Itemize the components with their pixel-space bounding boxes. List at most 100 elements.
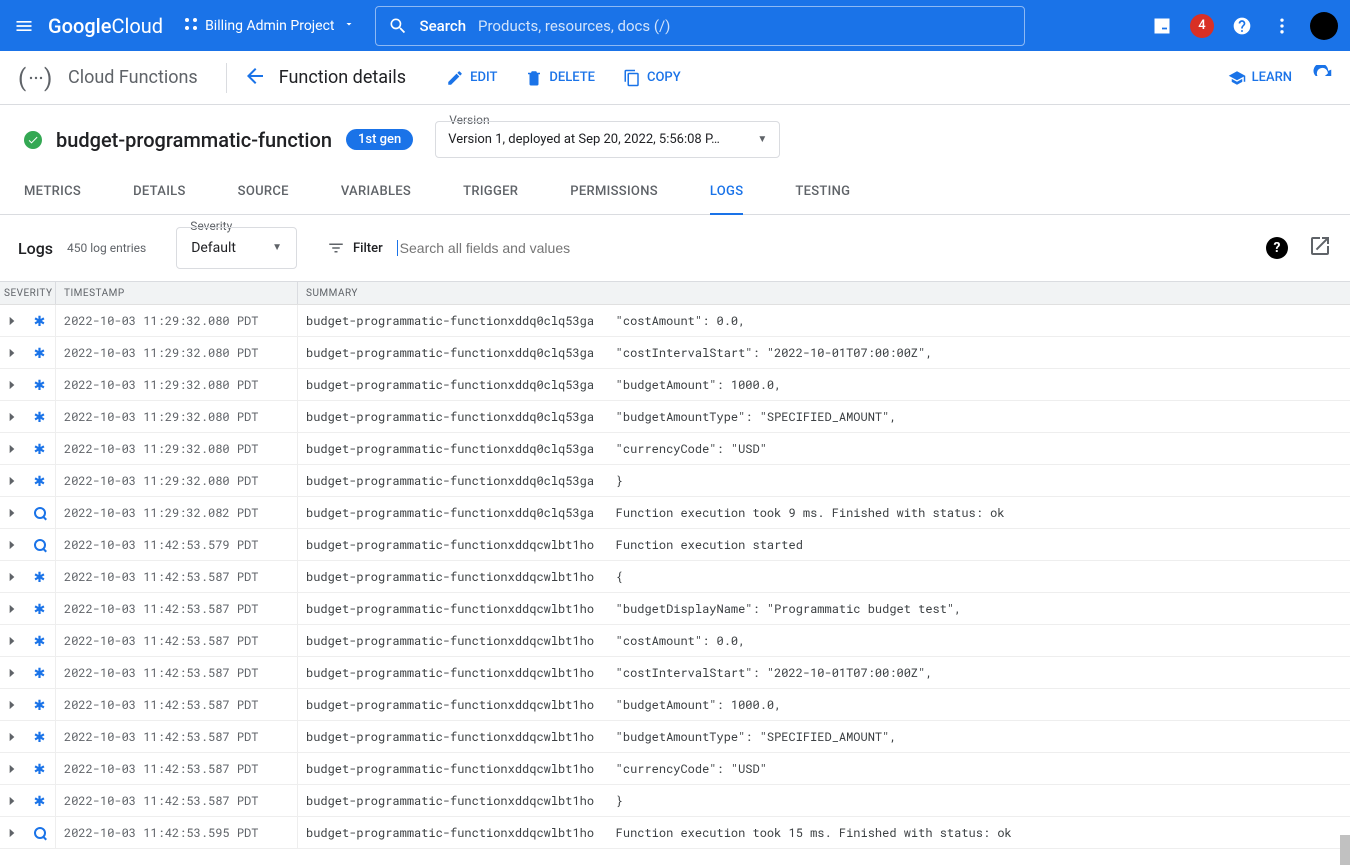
log-row[interactable]: ✱2022-10-03 11:29:32.080 PDTbudget-progr… — [0, 433, 1350, 465]
summary: budget-programmatic-functionxddqcwlbt1ho… — [298, 785, 1350, 816]
log-row[interactable]: ✱2022-10-03 11:42:53.587 PDTbudget-progr… — [0, 657, 1350, 689]
search-icon — [388, 16, 408, 36]
tab-permissions[interactable]: PERMISSIONS — [570, 170, 658, 214]
expand-icon[interactable] — [0, 378, 24, 392]
timestamp: 2022-10-03 11:29:32.082 PDT — [56, 497, 298, 528]
help-icon[interactable]: ? — [1266, 237, 1288, 259]
summary: budget-programmatic-functionxddq0clq53ga… — [298, 497, 1350, 528]
log-row[interactable]: ✱2022-10-03 11:29:32.080 PDTbudget-progr… — [0, 369, 1350, 401]
filter-button[interactable]: Filter — [327, 239, 383, 257]
filter-label: Filter — [353, 241, 383, 256]
tab-source[interactable]: SOURCE — [238, 170, 289, 214]
tab-details[interactable]: DETAILS — [133, 170, 186, 214]
summary: budget-programmatic-functionxddqcwlbt1ho… — [298, 721, 1350, 752]
expand-icon[interactable] — [0, 730, 24, 744]
severity-icon: ✱ — [24, 689, 56, 720]
logs-body[interactable]: ✱2022-10-03 11:29:32.080 PDTbudget-progr… — [0, 305, 1350, 865]
logo[interactable]: Google Cloud — [48, 14, 163, 38]
summary: budget-programmatic-functionxddqcwlbt1ho… — [298, 529, 1350, 560]
edit-button[interactable]: EDIT — [446, 69, 497, 87]
log-row[interactable]: ✱2022-10-03 11:42:53.587 PDTbudget-progr… — [0, 561, 1350, 593]
log-row[interactable]: 2022-10-03 11:42:53.579 PDTbudget-progra… — [0, 529, 1350, 561]
help-icon[interactable] — [1230, 14, 1254, 38]
tab-testing[interactable]: TESTING — [795, 170, 850, 214]
expand-icon[interactable] — [0, 474, 24, 488]
refresh-button[interactable] — [1312, 65, 1334, 91]
back-button[interactable] — [243, 64, 267, 92]
summary: budget-programmatic-functionxddqcwlbt1ho… — [298, 753, 1350, 784]
expand-icon[interactable] — [0, 314, 24, 328]
log-row[interactable]: ✱2022-10-03 11:29:32.080 PDTbudget-progr… — [0, 305, 1350, 337]
divider — [226, 63, 227, 93]
avatar[interactable] — [1310, 12, 1338, 40]
search-placeholder: Products, resources, docs (/) — [478, 17, 670, 35]
log-row[interactable]: ✱2022-10-03 11:29:32.080 PDTbudget-progr… — [0, 465, 1350, 497]
summary: budget-programmatic-functionxddq0clq53ga… — [298, 401, 1350, 432]
severity-icon: ✱ — [24, 625, 56, 656]
expand-icon[interactable] — [0, 826, 24, 840]
expand-icon[interactable] — [0, 762, 24, 776]
log-row[interactable]: ✱2022-10-03 11:42:53.587 PDTbudget-progr… — [0, 721, 1350, 753]
learn-button[interactable]: LEARN — [1228, 69, 1292, 87]
menu-icon[interactable] — [12, 14, 36, 38]
page-title: Function details — [279, 67, 406, 88]
notifications-badge[interactable]: 4 — [1190, 14, 1214, 38]
log-row[interactable]: ✱2022-10-03 11:29:32.080 PDTbudget-progr… — [0, 337, 1350, 369]
timestamp: 2022-10-03 11:42:53.587 PDT — [56, 625, 298, 656]
severity-selector[interactable]: Severity Default — [176, 227, 297, 269]
timestamp: 2022-10-03 11:42:53.587 PDT — [56, 561, 298, 592]
project-selector[interactable]: Billing Admin Project — [183, 16, 354, 36]
col-summary: SUMMARY — [298, 282, 1350, 304]
delete-button[interactable]: DELETE — [525, 69, 595, 87]
timestamp: 2022-10-03 11:42:53.587 PDT — [56, 689, 298, 720]
expand-icon[interactable] — [0, 538, 24, 552]
expand-icon[interactable] — [0, 634, 24, 648]
function-info: budget-programmatic-function 1st gen Ver… — [0, 105, 1350, 162]
search-bar[interactable]: Search Products, resources, docs (/) — [375, 6, 1025, 46]
expand-icon[interactable] — [0, 410, 24, 424]
log-row[interactable]: 2022-10-03 11:42:53.595 PDTbudget-progra… — [0, 817, 1350, 849]
expand-icon[interactable] — [0, 346, 24, 360]
log-row[interactable]: ✱2022-10-03 11:42:53.587 PDTbudget-progr… — [0, 593, 1350, 625]
cloud-shell-icon[interactable] — [1150, 14, 1174, 38]
version-selector[interactable]: Version Version 1, deployed at Sep 20, 2… — [435, 121, 780, 158]
filter-input[interactable] — [397, 240, 697, 256]
log-row[interactable]: ✱2022-10-03 11:42:53.587 PDTbudget-progr… — [0, 689, 1350, 721]
timestamp: 2022-10-03 11:42:53.587 PDT — [56, 657, 298, 688]
log-row[interactable]: 2022-10-03 11:29:32.082 PDTbudget-progra… — [0, 497, 1350, 529]
copy-button[interactable]: COPY — [623, 69, 681, 87]
summary: budget-programmatic-functionxddqcwlbt1ho… — [298, 817, 1350, 848]
expand-icon[interactable] — [0, 570, 24, 584]
svg-text:(: ( — [18, 64, 26, 92]
expand-icon[interactable] — [0, 666, 24, 680]
logs-toolbar: Logs 450 log entries Severity Default Fi… — [0, 215, 1350, 281]
open-external-icon[interactable] — [1308, 234, 1332, 262]
timestamp: 2022-10-03 11:42:53.587 PDT — [56, 593, 298, 624]
tab-logs[interactable]: LOGS — [710, 170, 744, 215]
summary: budget-programmatic-functionxddqcwlbt1ho… — [298, 593, 1350, 624]
severity-value: Default — [176, 227, 297, 269]
tab-metrics[interactable]: METRICS — [24, 170, 81, 214]
log-row[interactable]: ✱2022-10-03 11:42:53.587 PDTbudget-progr… — [0, 625, 1350, 657]
service-name[interactable]: Cloud Functions — [68, 67, 198, 88]
log-row[interactable]: ✱2022-10-03 11:29:32.080 PDTbudget-progr… — [0, 401, 1350, 433]
expand-icon[interactable] — [0, 506, 24, 520]
scrollbar-thumb[interactable] — [1340, 835, 1350, 865]
log-row[interactable]: ✱2022-10-03 11:42:53.587 PDTbudget-progr… — [0, 753, 1350, 785]
expand-icon[interactable] — [0, 794, 24, 808]
severity-icon: ✱ — [24, 753, 56, 784]
expand-icon[interactable] — [0, 442, 24, 456]
col-severity: SEVERITY — [0, 282, 56, 304]
severity-icon: ✱ — [24, 369, 56, 400]
log-row[interactable]: ✱2022-10-03 11:42:53.587 PDTbudget-progr… — [0, 785, 1350, 817]
timestamp: 2022-10-03 11:29:32.080 PDT — [56, 433, 298, 464]
expand-icon[interactable] — [0, 698, 24, 712]
tab-variables[interactable]: VARIABLES — [341, 170, 411, 214]
service-icon: () — [16, 58, 56, 98]
severity-icon — [24, 529, 56, 560]
expand-icon[interactable] — [0, 602, 24, 616]
severity-icon — [24, 817, 56, 848]
more-icon[interactable] — [1270, 14, 1294, 38]
tab-trigger[interactable]: TRIGGER — [463, 170, 518, 214]
timestamp: 2022-10-03 11:42:53.595 PDT — [56, 817, 298, 848]
